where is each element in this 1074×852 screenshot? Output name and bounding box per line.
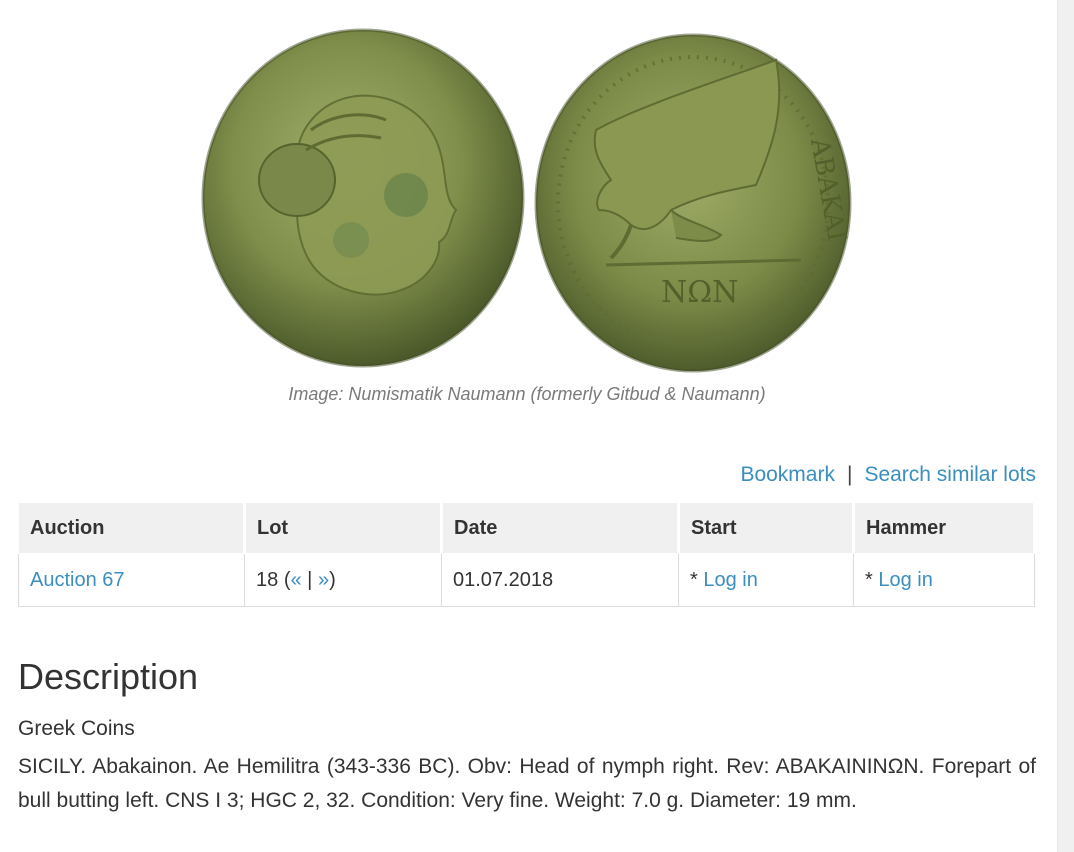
search-similar-lots-link[interactable]: Search similar lots (864, 463, 1036, 486)
auction-cell: Auction 67 (18, 553, 245, 607)
table-row: Auction 67 18 (« | ») 01.07.2018 * Log i… (18, 553, 1035, 607)
previous-lot-link[interactable]: « (290, 569, 301, 591)
header-date: Date (441, 502, 680, 554)
coin-obverse (201, 28, 525, 368)
lot-cell: 18 (« | ») (244, 553, 442, 607)
svg-text:NΩN: NΩN (661, 275, 738, 310)
hammer-asterisk: * (865, 568, 873, 591)
table-header-row: Auction Lot Date Start Hammer (18, 502, 1036, 554)
page-scrollbar[interactable] (1057, 0, 1074, 852)
lot-paren-close: ) (329, 568, 336, 591)
hammer-cell: * Log in (853, 553, 1035, 607)
start-cell: * Log in (678, 553, 854, 607)
description-heading: Description (18, 656, 199, 697)
start-login-link[interactable]: Log in (703, 569, 758, 591)
next-lot-link[interactable]: » (318, 569, 329, 591)
header-hammer: Hammer (853, 502, 1036, 554)
lot-info-table: Auction Lot Date Start Hammer Auction 67… (18, 502, 1036, 607)
lot-nav-separator: | (307, 568, 313, 591)
lot-number: 18 (256, 568, 279, 591)
description-text: SICILY. Abakainon. Ae Hemilitra (343-336… (18, 755, 1036, 812)
coin-reverse: NΩN ABAKAI (534, 33, 852, 373)
hammer-login-link[interactable]: Log in (878, 569, 933, 591)
bookmark-link[interactable]: Bookmark (740, 463, 835, 486)
coin-image[interactable]: NΩN ABAKAI (201, 20, 853, 376)
header-start: Start (678, 502, 855, 554)
header-auction: Auction (18, 502, 246, 554)
lot-actions: Bookmark | Search similar lots (740, 463, 1036, 487)
actions-separator: | (846, 463, 853, 486)
date-cell: 01.07.2018 (441, 553, 679, 607)
image-caption: Image: Numismatik Naumann (formerly Gitb… (288, 384, 766, 404)
start-asterisk: * (690, 568, 698, 591)
header-lot: Lot (244, 502, 443, 554)
auction-link[interactable]: Auction 67 (30, 569, 125, 591)
description-category: Greek Coins (18, 717, 135, 740)
